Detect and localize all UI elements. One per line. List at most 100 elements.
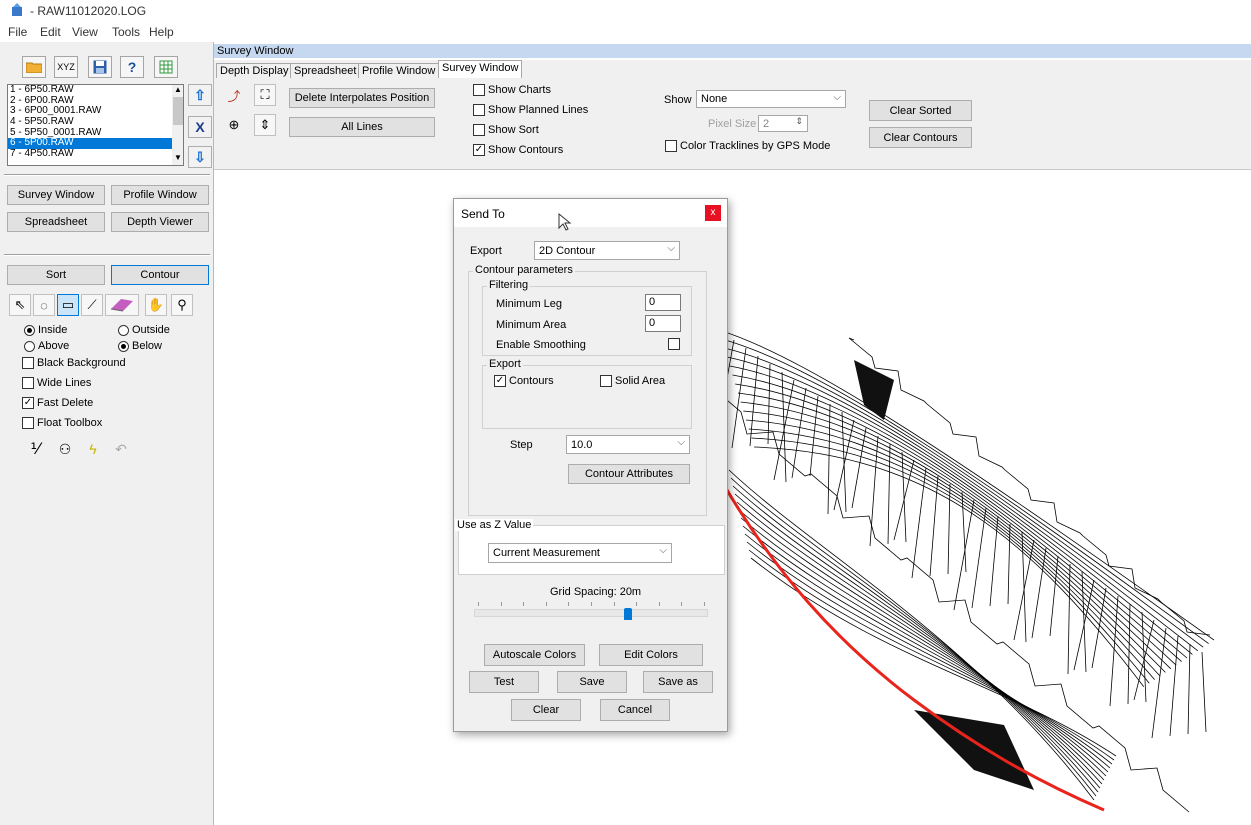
tab-depth-display[interactable]: Depth Display: [216, 63, 293, 79]
show-contours-checkbox[interactable]: ✓ Show Contours: [473, 144, 563, 156]
move-up-button[interactable]: ⇧: [188, 84, 212, 106]
above-radio[interactable]: Above: [24, 340, 69, 352]
slider-tick: [636, 602, 638, 606]
eraser-tool[interactable]: [105, 294, 139, 316]
scroll-up-icon[interactable]: ▲: [173, 85, 183, 94]
checkbox-box: [22, 357, 34, 369]
black-background-checkbox[interactable]: Black Background: [22, 357, 126, 369]
clear-button[interactable]: Clear: [511, 699, 581, 721]
edit-colors-button[interactable]: Edit Colors: [599, 644, 703, 666]
zoom-tool[interactable]: ⚲: [171, 294, 193, 316]
zoom-extents-button[interactable]: ⛶: [254, 84, 276, 106]
inside-radio[interactable]: Inside: [24, 324, 67, 336]
save-as-button[interactable]: Save as: [643, 671, 713, 693]
dialog-titlebar[interactable]: Send To x: [454, 199, 727, 231]
undo-button[interactable]: ↶: [110, 438, 132, 460]
contour-line: [748, 428, 1155, 680]
file-list-item[interactable]: 7 - 4P50.RAW: [8, 148, 183, 160]
contours-label: Contours: [509, 375, 554, 387]
lightning-button[interactable]: ϟ: [82, 438, 104, 460]
menu-help[interactable]: Help: [149, 25, 174, 39]
test-button[interactable]: Test: [469, 671, 539, 693]
save-button[interactable]: Save: [557, 671, 627, 693]
show-planned-lines-checkbox[interactable]: Show Planned Lines: [473, 104, 588, 116]
z-value-select[interactable]: Current Measurement ⌵: [488, 543, 672, 563]
contour-button[interactable]: Contour: [111, 265, 209, 285]
rectangle-select-tool[interactable]: ▭: [57, 294, 79, 316]
clear-contours-button[interactable]: Clear Contours: [869, 127, 972, 148]
show-charts-checkbox[interactable]: Show Charts: [473, 84, 551, 96]
menu-view[interactable]: View: [72, 25, 98, 39]
grid-view-button[interactable]: [154, 56, 178, 78]
open-folder-button[interactable]: [22, 56, 46, 78]
survey-window-title: Survey Window: [214, 44, 1251, 58]
depth-viewer-button[interactable]: Depth Viewer: [111, 212, 209, 232]
wide-lines-checkbox[interactable]: Wide Lines: [22, 377, 91, 389]
step-select[interactable]: 10.0 ⌵: [566, 435, 690, 454]
survey-canvas[interactable]: [214, 170, 1251, 825]
line-tool[interactable]: ⟋: [81, 294, 103, 316]
slider-thumb[interactable]: [624, 608, 633, 620]
tab-survey-window[interactable]: Survey Window: [438, 60, 523, 79]
contours-checkbox[interactable]: ✓ Contours: [494, 375, 554, 387]
find-button[interactable]: ⚇: [54, 438, 76, 460]
grid-spacing-slider[interactable]: [474, 608, 708, 620]
menu-edit[interactable]: Edit: [40, 25, 61, 39]
delete-interpolates-button[interactable]: Delete Interpolates Position: [289, 88, 435, 108]
rectangle-select-icon: ▭: [61, 297, 75, 312]
tab-profile-window[interactable]: Profile Window: [358, 63, 440, 79]
survey-window-button[interactable]: Survey Window: [7, 185, 105, 205]
scroll-down-icon[interactable]: ▼: [173, 153, 183, 162]
left-panel: XYZ ? 1 - 6P50.RAW 2 - 6P00.RAW 3 - 6P00…: [0, 42, 214, 825]
spinner-icon[interactable]: ⇕: [795, 116, 803, 127]
slider-tick: [478, 602, 479, 606]
color-tracklines-checkbox[interactable]: Color Tracklines by GPS Mode: [665, 140, 830, 152]
file-list[interactable]: 1 - 6P50.RAW 2 - 6P00.RAW 3 - 6P00_0001.…: [7, 84, 184, 166]
menu-tools[interactable]: Tools: [112, 25, 140, 39]
clear-sorted-button[interactable]: Clear Sorted: [869, 100, 972, 121]
tab-spreadsheet[interactable]: Spreadsheet: [290, 63, 361, 79]
zoom-in-tool[interactable]: ⊕: [223, 114, 245, 136]
export-select[interactable]: 2D Contour ⌵: [534, 241, 680, 260]
autoscale-colors-button[interactable]: Autoscale Colors: [484, 644, 585, 666]
below-radio[interactable]: Below: [118, 340, 162, 352]
lasso-tool[interactable]: ◌: [33, 294, 55, 316]
pan-tool[interactable]: ✋: [145, 294, 167, 316]
fast-delete-checkbox[interactable]: ✓ Fast Delete: [22, 397, 93, 409]
split-lines-button[interactable]: ⅟: [24, 438, 46, 460]
show-charts-label: Show Charts: [488, 84, 551, 96]
color-tracklines-label: Color Tracklines by GPS Mode: [680, 140, 831, 152]
close-button[interactable]: x: [705, 205, 721, 221]
show-select-value: None: [701, 93, 728, 105]
pixel-size-spinner[interactable]: 2 ⇕: [758, 115, 808, 132]
move-down-button[interactable]: ⇩: [188, 146, 212, 168]
file-list-scrollbar[interactable]: ▲ ▼: [172, 85, 183, 165]
minimum-leg-input[interactable]: 0: [645, 294, 681, 311]
checkbox-box: [668, 338, 680, 350]
spreadsheet-button[interactable]: Spreadsheet: [7, 212, 105, 232]
save-disk-button[interactable]: [88, 56, 112, 78]
help-button[interactable]: ?: [120, 56, 144, 78]
all-lines-button[interactable]: All Lines: [289, 117, 435, 137]
xyz-button[interactable]: XYZ: [54, 56, 78, 78]
contour-line: [1013, 539, 1035, 641]
float-toolbox-checkbox[interactable]: Float Toolbox: [22, 417, 102, 429]
outside-radio[interactable]: Outside: [118, 324, 170, 336]
scroll-thumb[interactable]: [173, 97, 183, 125]
solid-area-checkbox[interactable]: Solid Area: [600, 375, 665, 387]
cancel-button[interactable]: Cancel: [600, 699, 670, 721]
sort-button[interactable]: Sort: [7, 265, 105, 285]
pointer-tool[interactable]: ⇖: [9, 294, 31, 316]
profile-window-button[interactable]: Profile Window: [111, 185, 209, 205]
show-sort-checkbox[interactable]: Show Sort: [473, 124, 539, 136]
minimum-area-input[interactable]: 0: [645, 315, 681, 332]
depth-scale-button[interactable]: ⇕: [254, 114, 276, 136]
contour-line: [732, 374, 1188, 659]
line-edit-tool[interactable]: ⤴: [223, 84, 245, 106]
z-value-select-value: Current Measurement: [493, 547, 600, 559]
contour-attributes-button[interactable]: Contour Attributes: [568, 464, 690, 484]
remove-file-button[interactable]: X: [188, 116, 212, 138]
enable-smoothing-checkbox[interactable]: [668, 338, 683, 350]
menu-file[interactable]: File: [8, 25, 27, 39]
show-select[interactable]: None ⌵: [696, 90, 846, 108]
